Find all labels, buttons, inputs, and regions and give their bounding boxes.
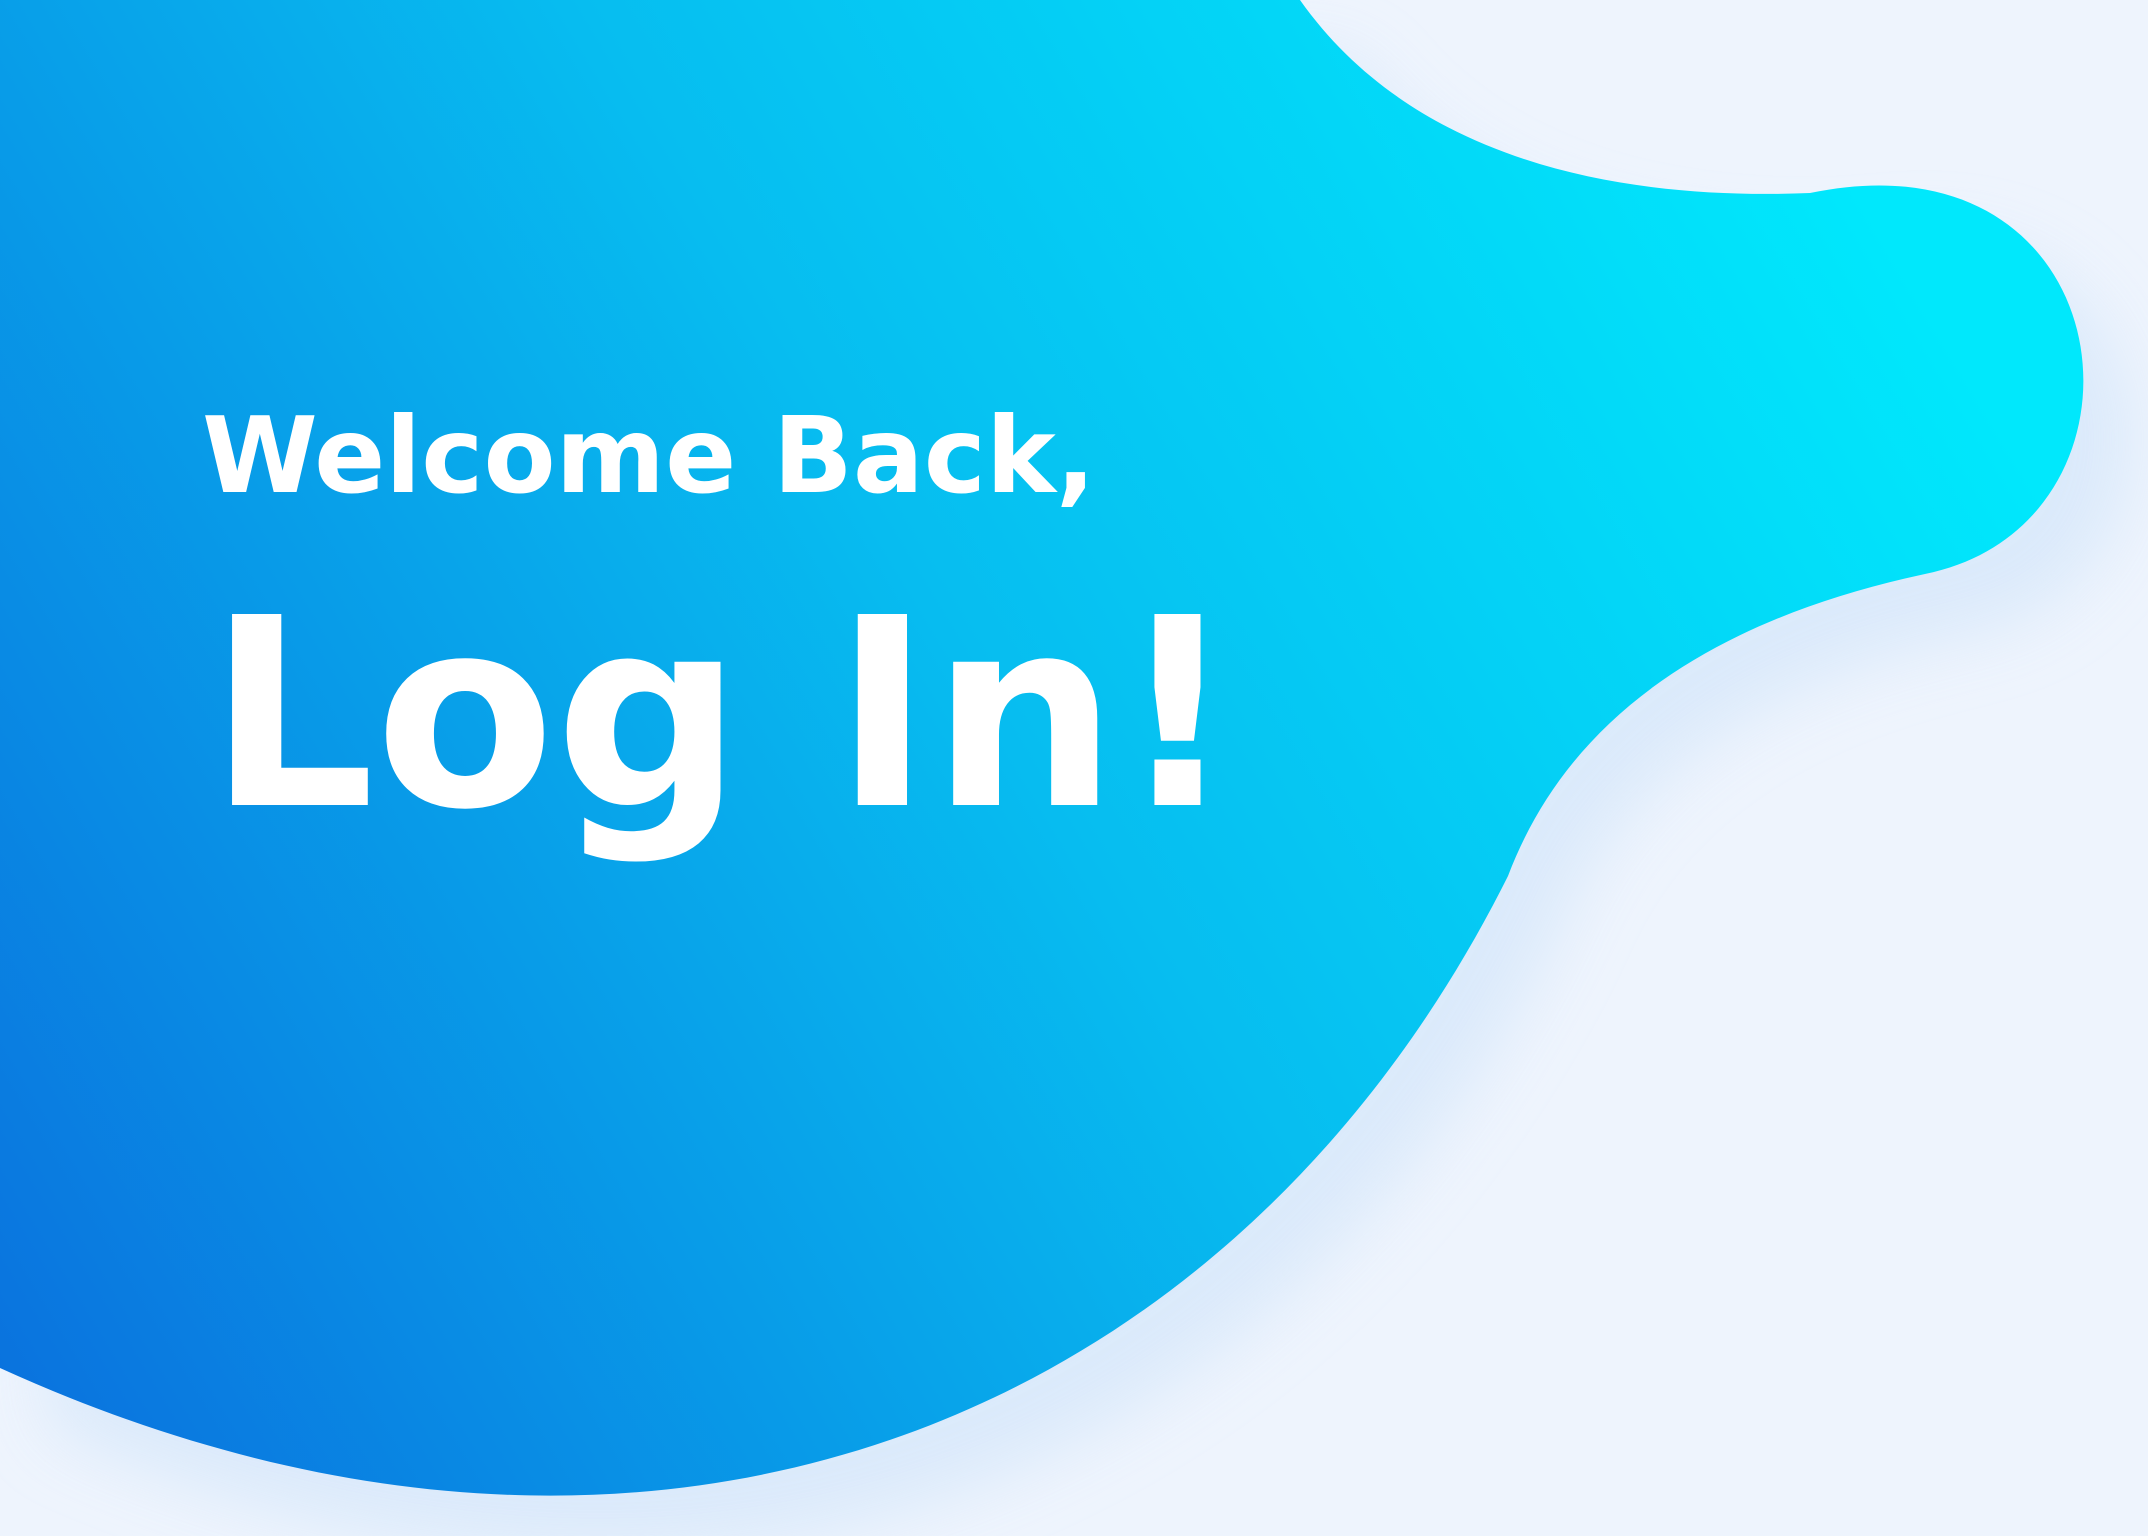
- login-hero: Welcome Back, Log In!: [0, 0, 2148, 1536]
- log-in-heading: Log In!: [208, 562, 1238, 867]
- welcome-back-heading: Welcome Back,: [202, 395, 1096, 517]
